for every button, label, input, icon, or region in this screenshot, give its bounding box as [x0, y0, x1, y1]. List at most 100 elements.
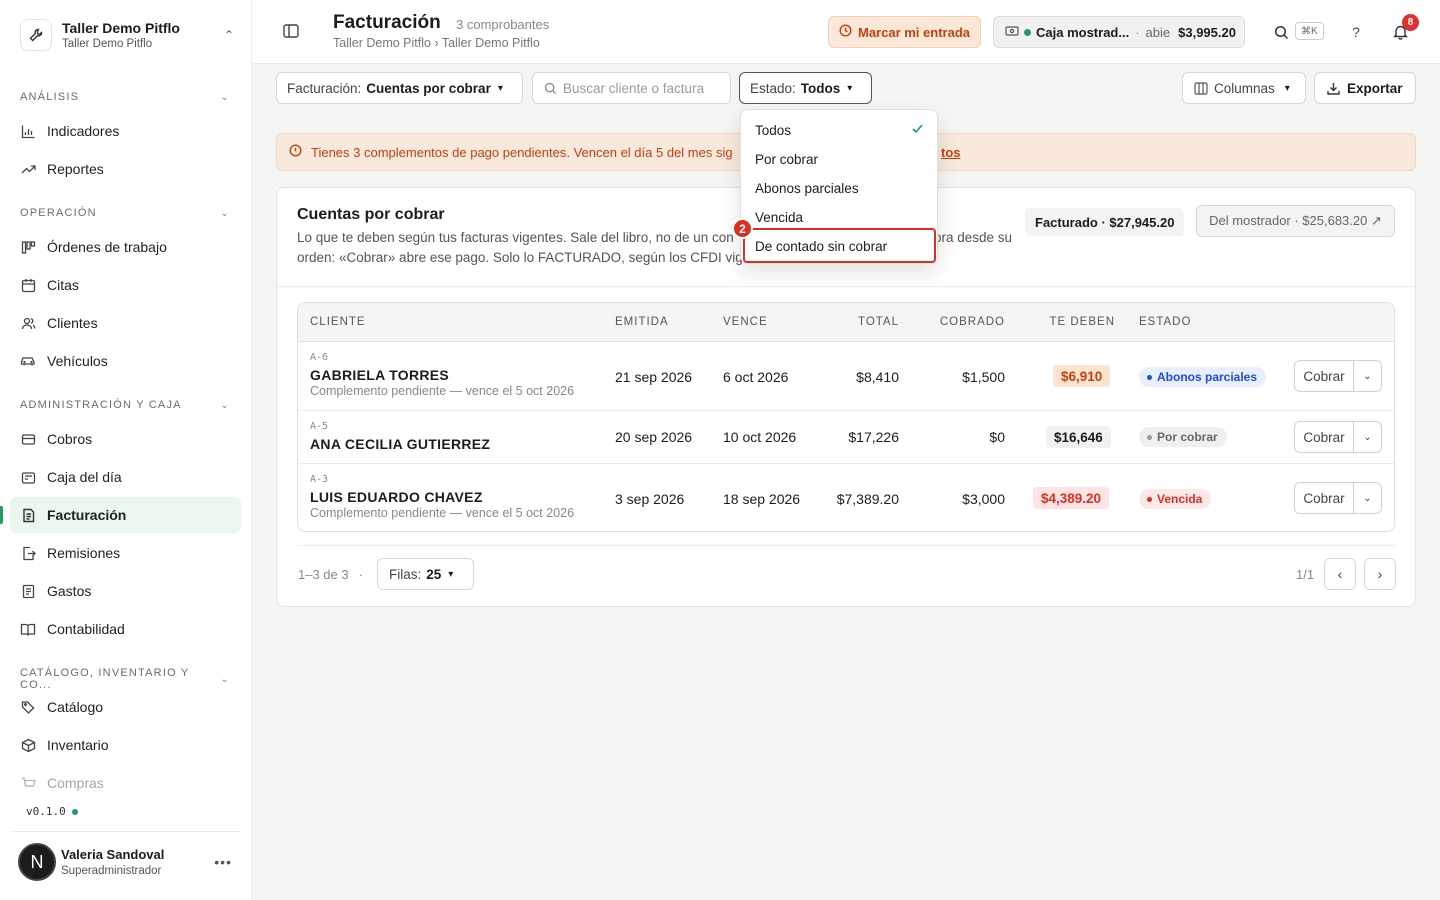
chevron-down-icon[interactable]: ⌄ [1354, 422, 1381, 452]
estado-filter[interactable]: Estado: Todos ▾ [739, 72, 872, 104]
book-open-icon [20, 621, 36, 637]
sidebar-toggle-icon[interactable] [282, 22, 300, 40]
calendar-icon [20, 277, 36, 293]
facturado-total: Facturado · $27,945.20 [1025, 208, 1185, 236]
status-badge: Por cobrar [1139, 427, 1227, 447]
client-name: LUIS EDUARDO CHAVEZ [310, 489, 483, 505]
search-icon[interactable] [1271, 22, 1291, 42]
divider [10, 831, 240, 832]
section-administracion[interactable]: ADMINISTRACIÓN Y CAJA ⌄ [20, 399, 232, 411]
option-todos[interactable]: Todos [744, 116, 934, 144]
invoice-icon [20, 507, 36, 523]
table-header: CLIENTE EMITIDA VENCE TOTAL COBRADO TE D… [298, 303, 1394, 342]
option-vencida[interactable]: Vencida [744, 203, 934, 231]
user-menu[interactable]: N Valeria Sandoval Superadministrador ••… [18, 842, 240, 882]
option-por-cobrar[interactable]: Por cobrar [744, 145, 934, 173]
caja-selector[interactable]: Caja mostrad... · abie $3,995.20 [993, 16, 1245, 48]
sidebar-item-contabilidad[interactable]: Contabilidad [10, 611, 241, 647]
sidebar-item-citas[interactable]: Citas [10, 267, 241, 303]
card-title: Cuentas por cobrar [297, 206, 445, 223]
search-icon [544, 82, 557, 95]
search-field[interactable] [532, 72, 731, 104]
status-badge: Abonos parciales [1139, 367, 1267, 387]
alert-link[interactable]: tos [941, 145, 961, 160]
status-dot [1024, 28, 1031, 36]
columns-icon [1194, 81, 1208, 95]
sidebar-item-inventario[interactable]: Inventario [10, 727, 241, 763]
status-badge: Vencida [1139, 489, 1212, 509]
option-abonos-parciales[interactable]: Abonos parciales [744, 174, 934, 202]
prev-page-button[interactable]: ‹ [1324, 558, 1356, 590]
divider [277, 286, 1415, 287]
marcar-entrada-button[interactable]: Marcar mi entrada [828, 16, 981, 48]
caja-status: abie [1145, 24, 1171, 40]
debt-amount: $4,389.20 [1033, 487, 1110, 509]
rows-per-page-select[interactable]: Filas: 25 ▾ [377, 558, 474, 590]
chevron-updown-icon: ⌃ [223, 28, 234, 42]
cart-icon [20, 775, 36, 791]
sidebar-item-clientes[interactable]: Clientes [10, 305, 241, 341]
sidebar-item-vehiculos[interactable]: Vehículos [10, 343, 241, 379]
alert-circle-icon [289, 144, 302, 160]
cash-icon [1005, 25, 1019, 40]
tags-icon [20, 699, 36, 715]
estado-dropdown-menu: Todos Por cobrar Abonos parciales Vencid… [732, 109, 938, 264]
table-row[interactable]: A-6 GABRIELA TORRES Complemento pendient… [298, 342, 1394, 411]
sidebar: Taller Demo Pitflo Taller Demo Pitflo ⌃ … [0, 0, 252, 900]
sidebar-item-caja[interactable]: Caja del día [10, 459, 241, 495]
cobrar-button[interactable]: Cobrar [1295, 361, 1354, 391]
client-name: ANA CECILIA GUTIERREZ [310, 436, 491, 452]
version-label: v0.1.0 [26, 805, 78, 818]
chevron-down-icon: ▾ [497, 82, 503, 94]
step-marker: 2 [732, 218, 753, 239]
columnas-button[interactable]: Columnas ▾ [1182, 72, 1306, 104]
cobrar-button[interactable]: Cobrar [1295, 422, 1354, 452]
highlight-box [743, 228, 936, 263]
table-row[interactable]: A-3 LUIS EDUARDO CHAVEZ Complemento pend… [298, 464, 1394, 531]
chevron-down-icon[interactable]: ⌄ [1354, 361, 1381, 391]
section-analisis[interactable]: ANÁLISIS ⌄ [20, 91, 232, 103]
more-icon[interactable]: ••• [214, 854, 232, 870]
sidebar-item-ordenes[interactable]: Órdenes de trabajo [10, 229, 241, 265]
chevron-down-icon: ⌄ [220, 673, 230, 685]
bar-chart-icon [20, 123, 36, 139]
section-catalogo[interactable]: CATÁLOGO, INVENTARIO Y CO... ⌄ [20, 667, 232, 691]
cobrar-split-button[interactable]: Cobrar ⌄ [1294, 360, 1382, 392]
search-input[interactable] [563, 80, 723, 96]
mostrador-link[interactable]: Del mostrador · $25,683.20 ↗ [1196, 205, 1395, 237]
cobrar-split-button[interactable]: Cobrar ⌄ [1294, 421, 1382, 453]
workspace-switcher[interactable]: Taller Demo Pitflo Taller Demo Pitflo ⌃ [10, 10, 242, 60]
chevron-down-icon: ▾ [1284, 82, 1290, 94]
section-operacion[interactable]: OPERACIÓN ⌄ [20, 207, 232, 219]
receipt-icon [20, 583, 36, 599]
next-page-button[interactable]: › [1364, 558, 1396, 590]
credit-card-icon [20, 431, 36, 447]
chevron-left-icon: ‹ [1337, 566, 1343, 582]
sidebar-item-remisiones[interactable]: Remisiones [10, 535, 241, 571]
chevron-right-icon: › [1377, 566, 1383, 582]
chevron-down-icon: ▾ [448, 568, 454, 580]
exportar-button[interactable]: Exportar [1314, 72, 1416, 104]
avatar: N [18, 843, 56, 881]
row-note: Complemento pendiente — vence el 5 oct 2… [310, 506, 575, 520]
sidebar-item-cobros[interactable]: Cobros [10, 421, 241, 457]
sidebar-item-reportes[interactable]: Reportes [10, 151, 241, 187]
cobrar-button[interactable]: Cobrar [1295, 483, 1354, 513]
cobrar-split-button[interactable]: Cobrar ⌄ [1294, 482, 1382, 514]
sidebar-item-compras[interactable]: Compras [10, 765, 241, 801]
check-icon [911, 122, 924, 138]
sidebar-item-catalogo[interactable]: Catálogo [10, 689, 241, 725]
user-name: Valeria Sandoval [61, 847, 165, 862]
sidebar-item-indicadores[interactable]: Indicadores [10, 113, 241, 149]
facturacion-view-select[interactable]: Facturación: Cuentas por cobrar ▾ [276, 72, 523, 104]
sidebar-item-facturacion[interactable]: Facturación [10, 497, 241, 533]
topbar: Facturación 3 comprobantes Taller Demo P… [252, 0, 1440, 64]
caja-name: Caja mostrad... [1036, 24, 1130, 40]
debt-amount: $16,646 [1046, 426, 1111, 448]
chevron-down-icon[interactable]: ⌄ [1354, 483, 1381, 513]
sidebar-item-gastos[interactable]: Gastos [10, 573, 241, 609]
status-dot [71, 808, 78, 815]
help-icon[interactable]: ? [1346, 22, 1366, 42]
notification-badge: 8 [1402, 14, 1419, 31]
table-row[interactable]: A-5 ANA CECILIA GUTIERREZ 20 sep 2026 10… [298, 411, 1394, 464]
